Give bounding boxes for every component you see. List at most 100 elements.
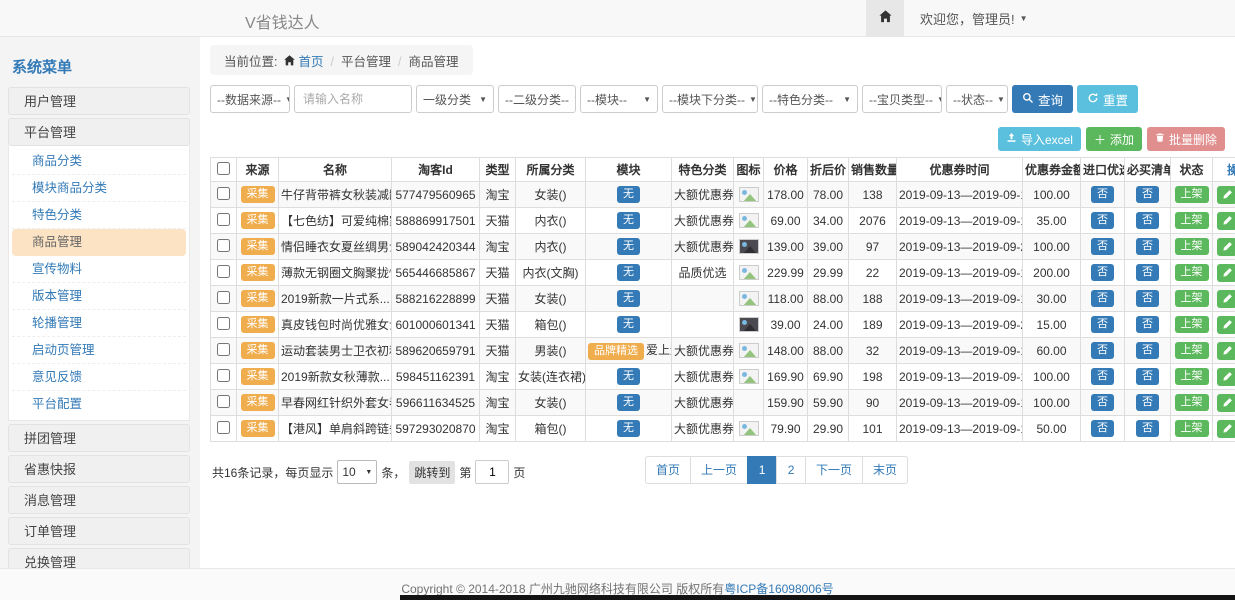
status-badge[interactable]: 上架 bbox=[1175, 212, 1209, 228]
jump-button[interactable]: 跳转到 bbox=[409, 461, 455, 484]
must-buy-toggle[interactable]: 否 bbox=[1136, 264, 1159, 280]
status-badge[interactable]: 上架 bbox=[1175, 342, 1209, 358]
page-number-input[interactable] bbox=[475, 460, 509, 484]
pager-button-首页[interactable]: 首页 bbox=[645, 456, 691, 484]
import-select-toggle[interactable]: 否 bbox=[1091, 342, 1114, 358]
must-buy-toggle[interactable]: 否 bbox=[1136, 342, 1159, 358]
edit-button[interactable] bbox=[1217, 420, 1235, 438]
import-excel-button[interactable]: 导入excel bbox=[998, 127, 1081, 151]
import-select-toggle[interactable]: 否 bbox=[1091, 420, 1114, 436]
import-select-toggle[interactable]: 否 bbox=[1091, 264, 1114, 280]
batch-delete-button[interactable]: 批量删除 bbox=[1147, 127, 1225, 151]
sidebar-item-宣传物料[interactable]: 宣传物料 bbox=[12, 256, 186, 283]
add-button[interactable]: ＋ 添加 bbox=[1086, 127, 1142, 151]
status-badge[interactable]: 上架 bbox=[1175, 290, 1209, 306]
module-badge[interactable]: 无 bbox=[617, 212, 640, 228]
sidebar-item-启动页管理[interactable]: 启动页管理 bbox=[12, 337, 186, 364]
edit-button[interactable] bbox=[1217, 290, 1235, 308]
row-checkbox[interactable] bbox=[217, 421, 230, 434]
pager-button-下一页[interactable]: 下一页 bbox=[805, 456, 863, 484]
import-select-toggle[interactable]: 否 bbox=[1091, 368, 1114, 384]
sidebar-item-平台配置[interactable]: 平台配置 bbox=[12, 391, 186, 418]
must-buy-toggle[interactable]: 否 bbox=[1136, 394, 1159, 410]
filter-select-7[interactable]: --宝贝类型--▼ bbox=[862, 85, 942, 113]
module-badge[interactable]: 无 bbox=[617, 264, 640, 280]
edit-button[interactable] bbox=[1217, 316, 1235, 334]
search-button[interactable]: 查询 bbox=[1012, 85, 1073, 113]
import-select-toggle[interactable]: 否 bbox=[1091, 290, 1114, 306]
pager-button-上一页[interactable]: 上一页 bbox=[690, 456, 748, 484]
user-menu[interactable]: 欢迎您，管理员! ▼ bbox=[904, 0, 1044, 36]
row-checkbox[interactable] bbox=[217, 343, 230, 356]
edit-button[interactable] bbox=[1217, 212, 1235, 230]
module-badge[interactable]: 无 bbox=[617, 368, 640, 384]
filter-select-0[interactable]: --数据来源--▼ bbox=[210, 85, 290, 113]
module-badge[interactable]: 无 bbox=[617, 290, 640, 306]
must-buy-toggle[interactable]: 否 bbox=[1136, 420, 1159, 436]
pager-button-1[interactable]: 1 bbox=[747, 456, 777, 484]
status-badge[interactable]: 上架 bbox=[1175, 316, 1209, 332]
row-checkbox[interactable] bbox=[217, 265, 230, 278]
row-checkbox[interactable] bbox=[217, 187, 230, 200]
sidebar-item-商品分类[interactable]: 商品分类 bbox=[12, 148, 186, 175]
module-badge[interactable]: 无 bbox=[617, 238, 640, 254]
module-badge[interactable]: 无 bbox=[617, 420, 640, 436]
status-badge[interactable]: 上架 bbox=[1175, 368, 1209, 384]
must-buy-toggle[interactable]: 否 bbox=[1136, 368, 1159, 384]
module-badge[interactable]: 无 bbox=[617, 316, 640, 332]
sidebar-group-header-6[interactable]: 兑换管理 bbox=[8, 548, 190, 568]
edit-button[interactable] bbox=[1217, 186, 1235, 204]
name-search-input[interactable] bbox=[294, 85, 412, 113]
edit-button[interactable] bbox=[1217, 238, 1235, 256]
import-select-toggle[interactable]: 否 bbox=[1091, 212, 1114, 228]
sidebar-item-商品管理[interactable]: 商品管理 bbox=[12, 229, 186, 256]
icp-link[interactable]: 粤ICP备16098006号 bbox=[724, 582, 833, 596]
breadcrumb-home-link[interactable]: 首页 bbox=[298, 51, 323, 70]
sidebar-item-模块商品分类[interactable]: 模块商品分类 bbox=[12, 175, 186, 202]
edit-button[interactable] bbox=[1217, 394, 1235, 412]
must-buy-toggle[interactable]: 否 bbox=[1136, 290, 1159, 306]
must-buy-toggle[interactable]: 否 bbox=[1136, 186, 1159, 202]
filter-select-4[interactable]: --模块--▼ bbox=[580, 85, 658, 113]
sidebar-group-header-0[interactable]: 用户管理 bbox=[8, 87, 190, 115]
status-badge[interactable]: 上架 bbox=[1175, 238, 1209, 254]
page-size-select[interactable]: 10 ▼ bbox=[337, 460, 377, 484]
sidebar-group-header-4[interactable]: 消息管理 bbox=[8, 486, 190, 514]
filter-select-8[interactable]: --状态--▼ bbox=[946, 85, 1008, 113]
status-badge[interactable]: 上架 bbox=[1175, 186, 1209, 202]
row-checkbox[interactable] bbox=[217, 213, 230, 226]
pager-button-2[interactable]: 2 bbox=[776, 456, 806, 484]
import-select-toggle[interactable]: 否 bbox=[1091, 316, 1114, 332]
sidebar-group-header-2[interactable]: 拼团管理 bbox=[8, 424, 190, 452]
must-buy-toggle[interactable]: 否 bbox=[1136, 212, 1159, 228]
home-nav-button[interactable] bbox=[866, 0, 904, 36]
sidebar-item-特色分类[interactable]: 特色分类 bbox=[12, 202, 186, 229]
edit-button[interactable] bbox=[1217, 368, 1235, 386]
status-badge[interactable]: 上架 bbox=[1175, 264, 1209, 280]
row-checkbox[interactable] bbox=[217, 395, 230, 408]
filter-select-2[interactable]: 一级分类▼ bbox=[416, 85, 494, 113]
row-checkbox[interactable] bbox=[217, 317, 230, 330]
row-checkbox[interactable] bbox=[217, 239, 230, 252]
sidebar-item-版本管理[interactable]: 版本管理 bbox=[12, 283, 186, 310]
filter-select-3[interactable]: --二级分类--▼ bbox=[498, 85, 576, 113]
import-select-toggle[interactable]: 否 bbox=[1091, 394, 1114, 410]
module-badge[interactable]: 无 bbox=[617, 394, 640, 410]
sidebar-group-header-1[interactable]: 平台管理 bbox=[8, 118, 190, 146]
row-checkbox[interactable] bbox=[217, 291, 230, 304]
module-badge[interactable]: 品牌精选 bbox=[588, 343, 644, 359]
sidebar-item-意见反馈[interactable]: 意见反馈 bbox=[12, 364, 186, 391]
import-select-toggle[interactable]: 否 bbox=[1091, 238, 1114, 254]
edit-button[interactable] bbox=[1217, 342, 1235, 360]
filter-select-5[interactable]: --模块下分类--▼ bbox=[662, 85, 758, 113]
filter-select-6[interactable]: --特色分类--▼ bbox=[762, 85, 858, 113]
import-select-toggle[interactable]: 否 bbox=[1091, 186, 1114, 202]
sidebar-item-轮播管理[interactable]: 轮播管理 bbox=[12, 310, 186, 337]
select-all-checkbox[interactable] bbox=[217, 162, 230, 175]
sidebar-group-header-5[interactable]: 订单管理 bbox=[8, 517, 190, 545]
pager-button-末页[interactable]: 末页 bbox=[862, 456, 908, 484]
sidebar-group-header-3[interactable]: 省惠快报 bbox=[8, 455, 190, 483]
status-badge[interactable]: 上架 bbox=[1175, 394, 1209, 410]
must-buy-toggle[interactable]: 否 bbox=[1136, 316, 1159, 332]
module-badge[interactable]: 无 bbox=[617, 186, 640, 202]
